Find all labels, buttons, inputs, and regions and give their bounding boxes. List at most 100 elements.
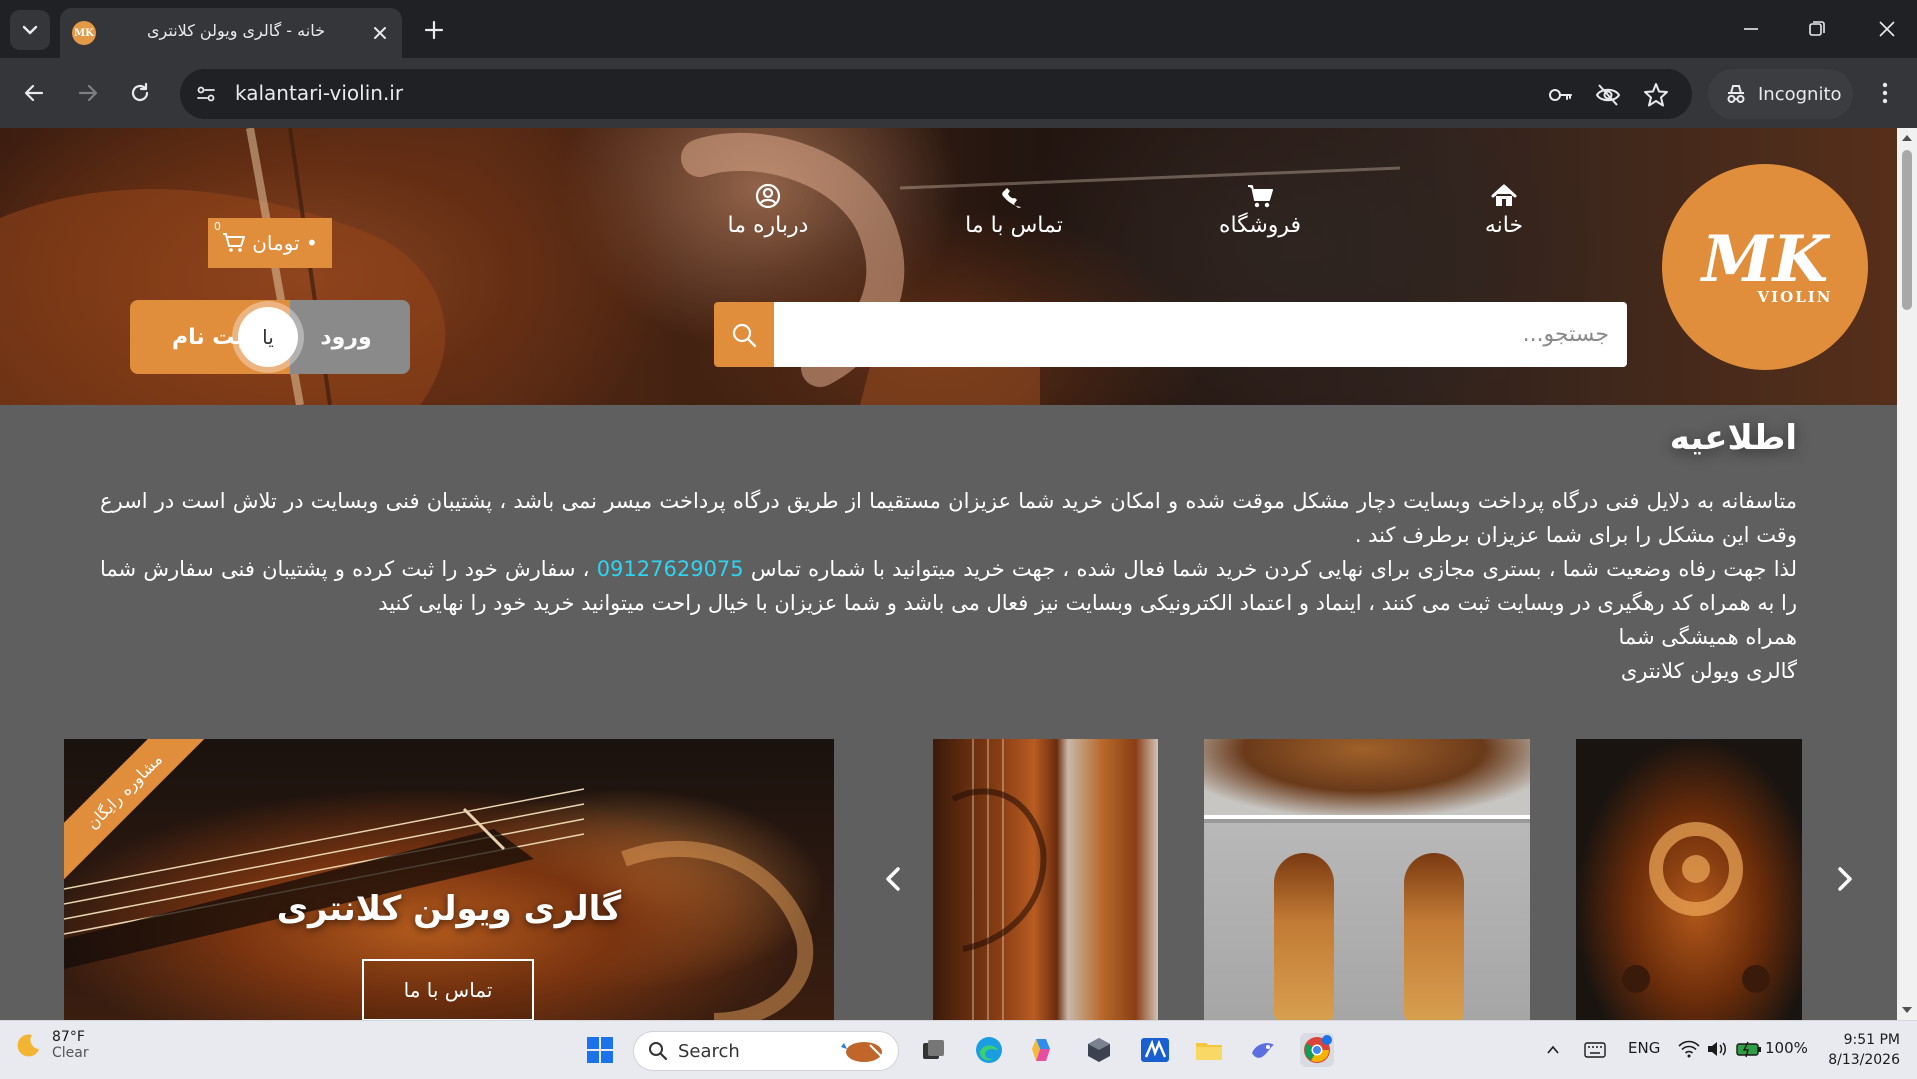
page-viewport: MK VIOLIN خانه فروشگاه تماس با ما درباره… <box>0 128 1897 1020</box>
new-tab-icon[interactable] <box>420 16 448 44</box>
weather-temperature: 87°F <box>52 1029 85 1045</box>
carousel-image-violin-back[interactable] <box>933 739 1158 1020</box>
site-logo[interactable]: MK VIOLIN <box>1662 164 1868 370</box>
phone-number-link[interactable]: 09127629075 <box>597 557 744 581</box>
cart-icon <box>1248 185 1273 208</box>
app-bird-icon[interactable] <box>1246 1033 1280 1067</box>
restore-icon[interactable] <box>1802 14 1832 44</box>
arrow-right-icon <box>78 84 98 102</box>
nav-shop[interactable]: فروشگاه <box>1190 183 1330 238</box>
weather-widget[interactable]: 87°F Clear <box>14 1029 89 1061</box>
auth-or-badge: یا <box>238 307 298 367</box>
windows-start-icon[interactable] <box>585 1035 615 1065</box>
logo-monogram: MK <box>1701 222 1829 297</box>
violin-pair-photo <box>1204 823 1530 1020</box>
tab-search-button[interactable] <box>10 10 50 50</box>
notice-paragraph-2-start: لذا جهت رفاه وضعیت شما ، بستری مجازی برا… <box>750 557 1797 581</box>
edge-browser-icon[interactable] <box>972 1033 1006 1067</box>
chrome-browser-icon[interactable] <box>1300 1033 1334 1067</box>
cart-total: • تومان <box>252 231 318 255</box>
search-icon <box>732 323 757 347</box>
product-carousel <box>870 739 1870 1020</box>
home-icon <box>1491 184 1517 206</box>
keyboard-icon[interactable] <box>1584 1041 1606 1059</box>
taskbar-search-label: Search <box>678 1040 740 1062</box>
chevron-left-icon[interactable] <box>878 859 908 899</box>
arrow-left-icon <box>24 84 44 102</box>
nav-about-label: درباره ما <box>727 213 809 238</box>
carousel-image-violin-scrolls[interactable] <box>1204 739 1530 1020</box>
search-icon <box>649 1042 668 1061</box>
search-highlight-icon <box>841 1042 883 1062</box>
scrollbar-thumb[interactable] <box>1902 150 1912 310</box>
more-vertical-icon[interactable] <box>1870 78 1900 108</box>
reload-icon <box>131 82 149 102</box>
address-bar[interactable]: kalantari-violin.ir <box>180 69 1692 119</box>
browser-toolbar: kalantari-violin.ir Incognito <box>0 58 1917 128</box>
cart-icon <box>223 233 246 252</box>
notice-paragraph-3: همراه همیشگی شما <box>1618 625 1797 649</box>
close-icon[interactable] <box>370 23 390 43</box>
carousel-image-violin-scroll[interactable] <box>1576 739 1802 1020</box>
chevron-right-icon[interactable] <box>1830 859 1860 899</box>
cart-button[interactable]: 0 • تومان <box>208 218 332 268</box>
nav-about[interactable]: درباره ما <box>698 183 838 238</box>
auth-buttons: ورود ثبت نام یا <box>130 300 410 374</box>
language-indicator[interactable]: ENG <box>1628 1039 1660 1057</box>
notice-paragraph-2: لذا جهت رفاه وضعیت شما ، بستری مجازی برا… <box>100 552 1797 620</box>
search-button[interactable] <box>714 302 774 367</box>
notice-paragraph-1: متاسفانه به دلایل فنی درگاه پرداخت وبسای… <box>100 489 1797 547</box>
promo-banner[interactable]: مشاوره رایگان گالری ویولن کلانتری تماس ب… <box>64 739 834 1020</box>
incognito-indicator[interactable]: Incognito <box>1708 69 1853 119</box>
incognito-label: Incognito <box>1758 83 1842 105</box>
banner-title: گالری ویولن کلانتری <box>276 889 622 929</box>
url-text[interactable]: kalantari-violin.ir <box>235 81 403 105</box>
app-cube-icon[interactable] <box>1082 1033 1116 1067</box>
back-button[interactable] <box>16 75 52 111</box>
star-icon[interactable] <box>1642 81 1670 109</box>
nav-contact[interactable]: تماس با ما <box>944 183 1084 238</box>
reload-button[interactable] <box>122 75 158 111</box>
key-icon[interactable] <box>1546 81 1574 109</box>
nav-home[interactable]: خانه <box>1434 183 1574 238</box>
close-window-icon[interactable] <box>1872 14 1902 44</box>
scroll-down-icon[interactable] <box>1901 1004 1913 1016</box>
notice-title: اطلاعیه <box>1669 418 1797 458</box>
tab-title: خانه - گالری ویولن کلانتری <box>147 21 325 40</box>
nav-contact-label: تماس با ما <box>965 213 1063 238</box>
page-scrollbar[interactable] <box>1897 128 1917 1020</box>
header-hero: MK VIOLIN خانه فروشگاه تماس با ما درباره… <box>0 128 1897 405</box>
chevron-up-icon[interactable] <box>1546 1043 1560 1057</box>
nav-home-label: خانه <box>1484 213 1524 238</box>
incognito-icon <box>1727 85 1745 103</box>
banner-contact-button[interactable]: تماس با ما <box>362 959 534 1020</box>
notice-signature: گالری ویولن کلانتری <box>1620 659 1797 683</box>
site-favicon: MK <box>72 21 96 45</box>
battery-charging-icon[interactable] <box>1736 1039 1762 1059</box>
site-settings-icon[interactable] <box>194 82 218 106</box>
nav-shop-label: فروشگاه <box>1218 213 1302 238</box>
logo-subtitle: VIOLIN <box>1757 288 1833 306</box>
wifi-icon[interactable] <box>1678 1039 1700 1059</box>
violin-scroll-right <box>1404 853 1464 1020</box>
clock-time: 9:51 PM <box>1843 1032 1900 1048</box>
copilot-icon[interactable] <box>1026 1033 1060 1067</box>
battery-percent: 100% <box>1765 1039 1808 1057</box>
file-explorer-icon[interactable] <box>1192 1033 1226 1067</box>
task-view-icon[interactable] <box>916 1033 950 1067</box>
eye-off-icon[interactable] <box>1594 81 1622 109</box>
login-button[interactable]: ورود <box>282 300 410 374</box>
system-clock[interactable]: 9:51 PM 8/13/2026 <box>1810 1030 1900 1070</box>
volume-icon[interactable] <box>1706 1039 1728 1059</box>
forward-button[interactable] <box>70 75 106 111</box>
minimize-icon[interactable] <box>1736 14 1766 44</box>
taskbar-search[interactable]: Search <box>633 1031 899 1071</box>
search-input[interactable] <box>774 302 1627 367</box>
cart-count: 0 <box>214 220 221 233</box>
site-search <box>714 302 1627 367</box>
scroll-up-icon[interactable] <box>1901 132 1913 144</box>
os-taskbar: 87°F Clear Search ENG 100% 9:51 PM 8/13/… <box>0 1020 1917 1079</box>
browser-tabstrip: MK خانه - گالری ویولن کلانتری <box>0 0 1917 58</box>
browser-tab[interactable]: MK خانه - گالری ویولن کلانتری <box>60 8 402 58</box>
app-m-icon[interactable] <box>1138 1033 1172 1067</box>
